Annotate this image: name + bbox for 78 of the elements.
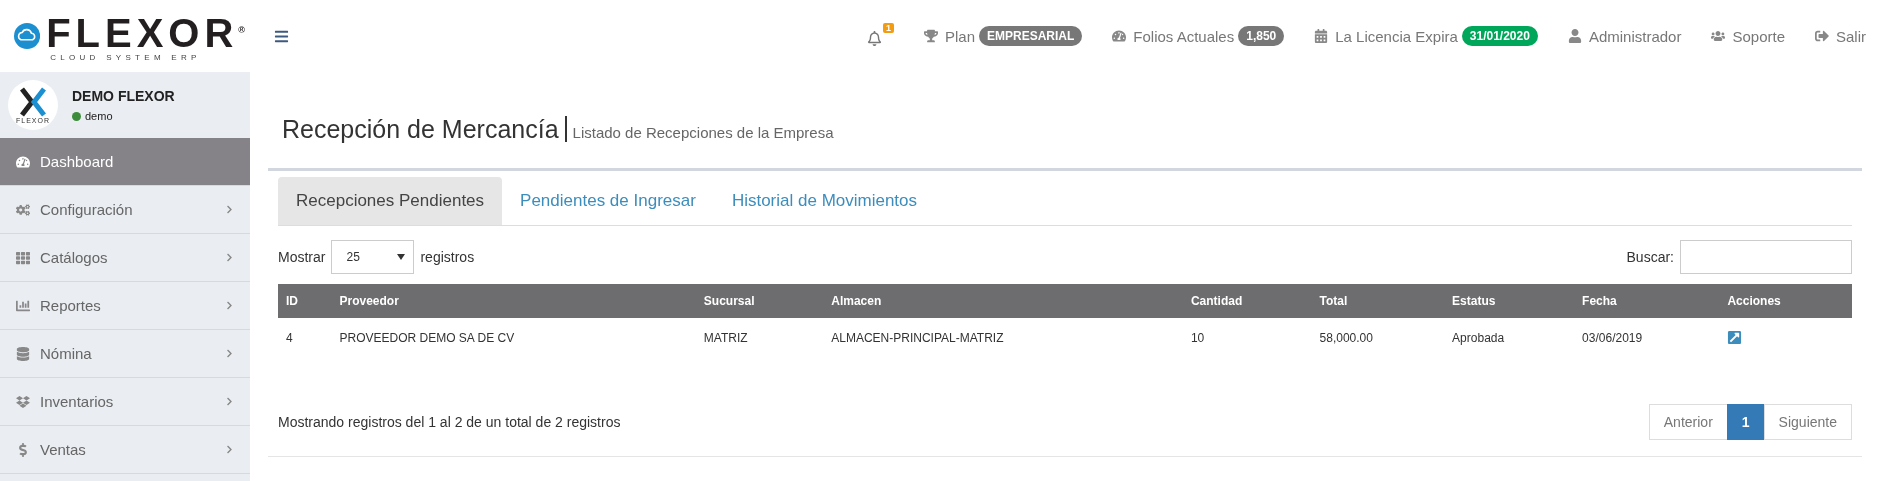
- sidebar-item[interactable]: Configuración: [0, 186, 250, 234]
- gauge-icon: [16, 154, 30, 169]
- table-cell: 4: [278, 318, 332, 357]
- notification-count: 1: [882, 22, 894, 33]
- external-link-icon: [1727, 330, 1743, 345]
- box-icon: [16, 394, 30, 409]
- pagination-button[interactable]: 1: [1726, 404, 1765, 440]
- table-cell: 03/06/2019: [1574, 318, 1720, 357]
- pagination-button[interactable]: Anterior: [1648, 404, 1728, 440]
- sidebar-item[interactable]: Ventas: [0, 426, 250, 474]
- bar-chart-icon: [16, 298, 30, 313]
- page-subtitle: Listado de Recepciones de la Empresa: [572, 124, 834, 141]
- column-header[interactable]: Proveedor: [331, 284, 696, 318]
- caret-icon: [397, 254, 406, 260]
- tab[interactable]: Pendientes de Ingresar: [502, 177, 714, 225]
- length-label: registros: [420, 249, 475, 265]
- trophy-icon: [923, 29, 938, 43]
- info-link[interactable]: Folios Actuales 1,850: [1112, 26, 1285, 46]
- sidebar-item[interactable]: Inventarios: [0, 378, 250, 426]
- chevron-icon: [225, 397, 234, 406]
- table-info: Mostrando registros del 1 al 2 de un total de 2 registros: [278, 414, 621, 430]
- column-header[interactable]: ID: [278, 284, 332, 318]
- gauge-icon: [1112, 29, 1127, 43]
- column-header[interactable]: Estatus: [1444, 284, 1575, 318]
- sidebar-item[interactable]: Dashboard: [0, 138, 250, 186]
- menu-icon: [274, 28, 289, 44]
- nav-link[interactable]: Soporte: [1711, 27, 1785, 45]
- registered-mark: ®: [238, 24, 250, 35]
- column-header[interactable]: Sucursal: [695, 284, 824, 318]
- sidebar-item[interactable]: Reportes: [0, 282, 250, 330]
- sidebar-item[interactable]: Catálogos: [0, 234, 250, 282]
- chevron-icon: [225, 349, 234, 358]
- table-cell: 58,000.00: [1311, 318, 1445, 357]
- user-icon: [1567, 29, 1582, 43]
- table-cell: PROVEEDOR DEMO SA DE CV: [331, 318, 696, 357]
- nav-link[interactable]: Administrador: [1567, 27, 1682, 45]
- database-icon: [16, 346, 30, 361]
- nav-link[interactable]: Salir: [1815, 27, 1866, 45]
- chevron-icon: [225, 253, 234, 262]
- info-badge: 1,850: [1238, 26, 1285, 46]
- length-label: Mostrar: [278, 249, 326, 265]
- column-header[interactable]: Fecha: [1574, 284, 1720, 318]
- tab[interactable]: Historial de Movimientos: [713, 177, 936, 225]
- info-badge: EMPRESARIAL: [979, 26, 1083, 46]
- gears-icon: [16, 202, 30, 217]
- info-badge: 31/01/2020: [1461, 26, 1538, 46]
- column-header[interactable]: Cantidad: [1182, 284, 1312, 318]
- pagination-button[interactable]: Siguiente: [1763, 404, 1852, 440]
- info-link[interactable]: Plan EMPRESARIAL: [923, 26, 1083, 46]
- calendar-icon: [1314, 29, 1329, 43]
- brand-name: FLEXOR$^{®}$: [46, 10, 250, 54]
- table-cell: ALMACEN-PRINCIPAL-MATRIZ: [823, 318, 1183, 357]
- search-label: Buscar:: [1626, 249, 1674, 265]
- user-status: demo: [85, 110, 113, 122]
- page-title: Recepción de Mercancía: [282, 116, 567, 142]
- chevron-icon: [225, 301, 234, 310]
- bell-icon: [866, 30, 882, 46]
- x-logo-icon: [19, 86, 47, 117]
- users-icon: [1711, 29, 1726, 43]
- grid-icon: [16, 250, 30, 265]
- table-cell: MATRIZ: [695, 318, 824, 357]
- search-field[interactable]: [1680, 240, 1852, 274]
- user-name: DEMO FLEXOR: [72, 88, 175, 104]
- tab[interactable]: Recepciones Pendientes: [278, 177, 503, 225]
- chevron-icon: [225, 445, 234, 454]
- sign-out-icon: [1815, 29, 1829, 43]
- column-header[interactable]: Almacen: [823, 284, 1183, 318]
- info-link[interactable]: La Licencia Expira 31/01/2020: [1314, 26, 1538, 46]
- table-cell: 10: [1182, 318, 1312, 357]
- chevron-icon: [225, 205, 234, 214]
- sidebar-item[interactable]: Nómina: [0, 330, 250, 378]
- dollar-icon: [16, 442, 30, 457]
- column-header[interactable]: Acciones: [1719, 284, 1852, 318]
- column-header[interactable]: Total: [1311, 284, 1445, 318]
- page-size-select[interactable]: 25: [331, 240, 415, 274]
- brand-tagline: CLOUD SYSTEM ERP: [49, 53, 202, 63]
- table-cell: Aprobada: [1444, 318, 1575, 357]
- open-link-button[interactable]: [1727, 330, 1743, 345]
